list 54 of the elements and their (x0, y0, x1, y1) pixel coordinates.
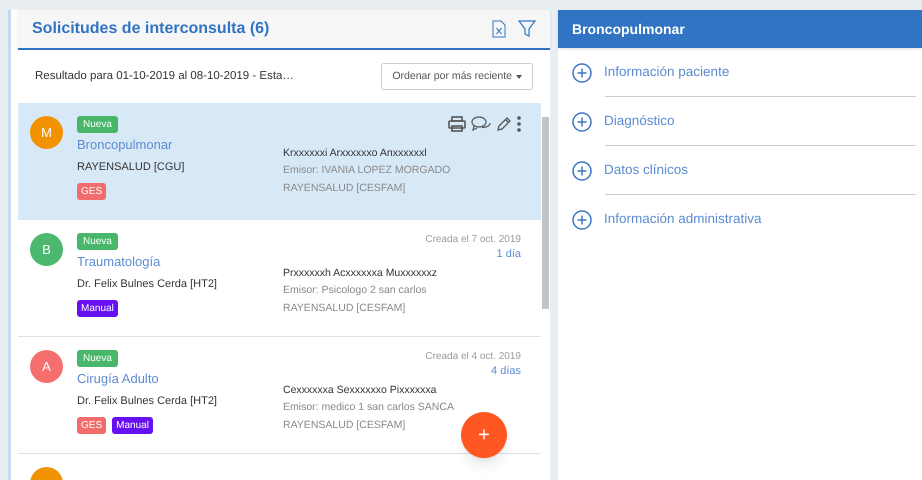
accordion-section[interactable]: Información administrativa (572, 201, 916, 238)
specialty-link[interactable]: Cirugía Adulto (77, 370, 277, 388)
tag-badge: Manual (112, 417, 153, 434)
specialty-link[interactable]: Traumatología (77, 253, 277, 271)
pencil-icon[interactable] (496, 116, 512, 132)
chat-icon[interactable] (471, 116, 491, 132)
section-label: Diagnóstico (604, 112, 675, 130)
scrollbar-thumb[interactable] (542, 117, 549, 309)
origin-text: RAYENSALUD [CESFAM] (283, 301, 406, 316)
detail-title: Broncopulmonar (572, 20, 685, 39)
accordion-section[interactable]: Información paciente (572, 54, 916, 103)
section-label: Información administrativa (604, 210, 762, 228)
status-badge: Nueva (77, 116, 118, 133)
panel-title: Solicitudes de interconsulta (6) (32, 19, 270, 39)
avatar: B (30, 233, 63, 266)
section-label: Datos clínicos (604, 161, 688, 180)
patient-name: Prxxxxxxh Acxxxxxxa Muxxxxxxz (283, 266, 438, 281)
created-date: Creada el 4 oct. 2019 (425, 350, 521, 363)
patient-name: Cexxxxxxa Sexxxxxxo Pixxxxxxa (283, 383, 438, 398)
tag-badge: GES (77, 183, 106, 200)
professional-text: Dr. Felix Bulnes Cerda [HT2] (77, 277, 218, 291)
status-badge: Nueva (77, 350, 118, 367)
origin-text: RAYENSALUD [CESFAM] (283, 418, 406, 433)
age-text: 1 día (496, 247, 521, 262)
accordion-section[interactable]: Diagnóstico (572, 103, 916, 152)
plus-circle-icon (572, 62, 592, 82)
excel-file-icon[interactable] (492, 20, 506, 38)
result-summary: Resultado para 01-10-2019 al 08-10-2019 - Esta… (35, 68, 295, 84)
created-date: Creada el 7 oct. 2019 (425, 233, 521, 246)
filter-icon[interactable] (518, 20, 536, 38)
emitter-text: Emisor: IVANIA LOPEZ MORGADO (283, 163, 452, 178)
request-card[interactable]: M Nueva Broncopulmonar RAYENSALUD [CGU] GES Krxxxxxxi Arxxxxxxo Anxxxxxxl Emisor: IVANIA LOPEZ MORGADO RAYENSALUD [CESFAM] (18, 103, 541, 220)
professional-text: Dr. Felix Bulnes Cerda [HT2] (77, 394, 218, 408)
plus-circle-icon (572, 210, 592, 230)
patient-name: Krxxxxxxi Arxxxxxxo Anxxxxxxl (283, 146, 428, 161)
origin-text: RAYENSALUD [CESFAM] (283, 181, 406, 196)
tag-badge: GES (77, 417, 106, 434)
section-label: Información paciente (604, 63, 730, 82)
accordion-section[interactable]: Datos clínicos (572, 152, 916, 201)
sort-dropdown[interactable]: Ordenar por más reciente (381, 63, 533, 90)
caret-icon (516, 74, 522, 78)
tag-badge: Manual (77, 300, 118, 317)
avatar: A (30, 350, 63, 383)
print-icon[interactable] (448, 116, 466, 132)
age-text: 4 días (491, 364, 521, 379)
plus-circle-icon (572, 112, 592, 132)
plus-circle-icon (572, 160, 592, 180)
professional-text: RAYENSALUD [CGU] (77, 160, 186, 174)
avatar: M (30, 116, 63, 149)
status-badge: Nueva (77, 233, 118, 250)
emitter-text: Emisor: medico 1 san carlos SANCA (283, 400, 455, 415)
specialty-link[interactable]: Broncopulmonar (77, 136, 277, 154)
emitter-text: Emisor: Psicologo 2 san carlos (283, 283, 428, 298)
more-icon[interactable] (517, 116, 521, 132)
